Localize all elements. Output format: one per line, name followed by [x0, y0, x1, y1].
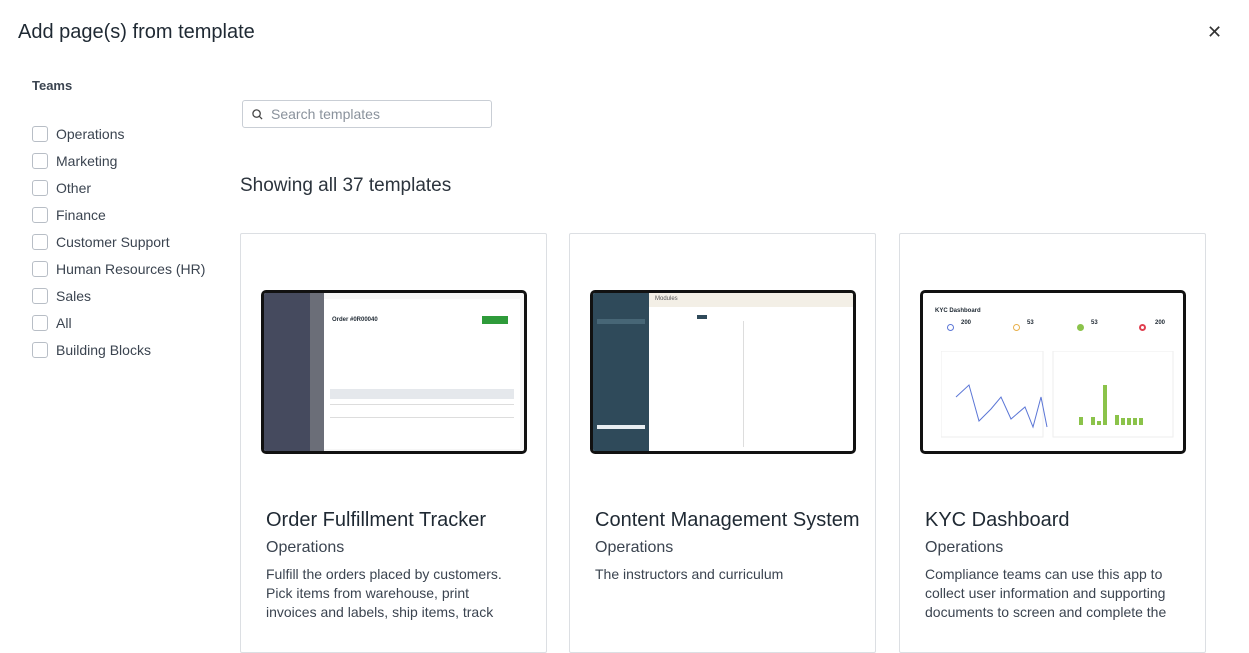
filter-label: Building Blocks	[56, 341, 151, 358]
preview-stat: 200	[961, 320, 972, 326]
filter-label: Other	[56, 179, 92, 196]
team-filter-other[interactable]: Other	[32, 174, 205, 201]
preview-stat: 53	[1091, 320, 1098, 326]
preview-stat: 200	[1155, 320, 1166, 326]
template-title: Content Management System	[595, 509, 860, 531]
template-team: Operations	[595, 539, 674, 556]
team-filter-operations[interactable]: Operations	[32, 120, 205, 147]
filter-label: Human Resources (HR)	[56, 260, 206, 277]
checkbox[interactable]	[32, 233, 48, 250]
team-filter-building-blocks[interactable]: Building Blocks	[32, 336, 205, 363]
filter-label: Sales	[56, 287, 92, 304]
filter-label: All	[56, 314, 72, 331]
template-description: Compliance teams can use this app to col…	[925, 566, 1167, 620]
filter-label: Marketing	[56, 152, 118, 169]
dialog-title: Add page(s) from template	[18, 21, 255, 43]
checkbox[interactable]	[32, 287, 48, 304]
template-description: Fulfill the orders placed by customers. …	[266, 566, 502, 620]
template-preview: KYC Dashboard 200 53 53 200	[920, 290, 1186, 454]
search-icon	[252, 108, 263, 120]
results-summary: Showing all 37 templates	[240, 175, 452, 196]
filter-label: Operations	[56, 125, 125, 142]
filter-label: Finance	[56, 206, 106, 223]
template-card-content-management[interactable]: Modules Content Management System Operat…	[569, 233, 876, 653]
preview-stat: 53	[1027, 320, 1034, 326]
template-description: The instructors and curriculum	[595, 566, 784, 582]
team-filter-sales[interactable]: Sales	[32, 282, 205, 309]
template-title: KYC Dashboard	[925, 509, 1070, 531]
team-filter-finance[interactable]: Finance	[32, 201, 205, 228]
team-filter-customer-support[interactable]: Customer Support	[32, 228, 205, 255]
close-icon[interactable]: ✕	[1207, 22, 1222, 43]
checkbox[interactable]	[32, 152, 48, 169]
team-filter-list: Operations Marketing Other Finance Customer …	[32, 120, 205, 363]
checkbox[interactable]	[32, 206, 48, 223]
template-team: Operations	[266, 539, 345, 556]
search-input[interactable]	[271, 106, 471, 122]
preview-heading: Order #0R00040	[332, 317, 378, 323]
preview-heading: Modules	[655, 296, 678, 302]
template-card-kyc-dashboard[interactable]: KYC Dashboard 200 53 53 200 KYC Dashboar…	[899, 233, 1206, 653]
team-filter-human-resources-hr[interactable]: Human Resources (HR)	[32, 255, 205, 282]
template-card-order-fulfillment[interactable]: Order #0R00040 Order Fulfillment Tracker…	[240, 233, 547, 653]
template-preview: Modules	[590, 290, 856, 454]
team-filter-marketing[interactable]: Marketing	[32, 147, 205, 174]
checkbox[interactable]	[32, 341, 48, 358]
team-filter-all[interactable]: All	[32, 309, 205, 336]
checkbox[interactable]	[32, 125, 48, 142]
template-preview: Order #0R00040	[261, 290, 527, 454]
teams-heading: Teams	[32, 78, 73, 93]
checkbox[interactable]	[32, 260, 48, 277]
search-box[interactable]	[242, 100, 492, 128]
template-title: Order Fulfillment Tracker	[266, 509, 487, 531]
checkbox[interactable]	[32, 314, 48, 331]
template-team: Operations	[925, 539, 1004, 556]
filter-label: Customer Support	[56, 233, 170, 250]
preview-charts	[941, 351, 1174, 438]
preview-heading: KYC Dashboard	[935, 308, 981, 314]
checkbox[interactable]	[32, 179, 48, 196]
